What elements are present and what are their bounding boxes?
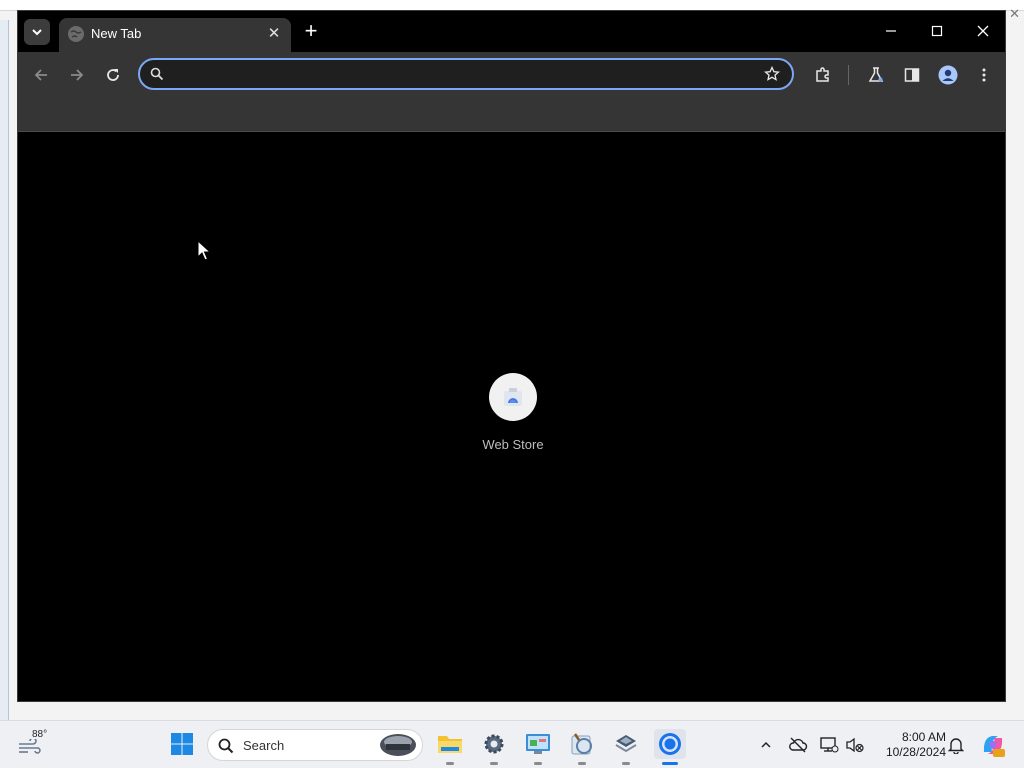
chrome-button[interactable] bbox=[654, 729, 686, 759]
labs-button[interactable] bbox=[864, 63, 888, 87]
chrome-window: New Tab ✕ + Web Store bbox=[17, 10, 1006, 702]
network-icon bbox=[820, 737, 839, 753]
tools-icon bbox=[571, 733, 592, 755]
network-tray-button[interactable] bbox=[818, 734, 840, 756]
more-vert-icon bbox=[982, 68, 986, 82]
settings-running-indicator bbox=[490, 762, 498, 765]
chrome-active-indicator bbox=[662, 762, 678, 765]
bookmarks-bar bbox=[18, 98, 1005, 132]
reload-button[interactable] bbox=[101, 63, 125, 87]
star-icon[interactable] bbox=[764, 66, 780, 82]
globe-icon bbox=[68, 26, 84, 42]
control-panel-icon bbox=[526, 734, 550, 754]
onedrive-tray-button[interactable] bbox=[787, 734, 809, 756]
search-icon bbox=[150, 67, 164, 81]
folder-icon bbox=[438, 736, 462, 753]
search-highlight-icon bbox=[380, 734, 416, 756]
maximize-icon bbox=[931, 25, 943, 37]
tools-button[interactable] bbox=[567, 729, 597, 759]
address-bar[interactable] bbox=[138, 58, 794, 90]
wind-icon bbox=[19, 739, 41, 754]
close-tab-icon[interactable]: ✕ bbox=[265, 25, 283, 43]
start-button[interactable] bbox=[167, 729, 197, 759]
title-bar: New Tab ✕ + bbox=[18, 11, 1005, 52]
shortcut-icon-circle bbox=[489, 373, 537, 421]
back-button[interactable] bbox=[29, 63, 53, 87]
new-tab-button[interactable]: + bbox=[299, 20, 323, 44]
stack-icon bbox=[615, 735, 637, 753]
file-explorer-running-indicator bbox=[446, 762, 454, 765]
arrow-right-icon bbox=[71, 69, 84, 81]
forward-button[interactable] bbox=[65, 63, 89, 87]
new-tab-page: Web Store bbox=[18, 132, 1005, 701]
volume-tray-button[interactable] bbox=[844, 734, 866, 756]
search-label: Search bbox=[243, 738, 285, 753]
toolbar-divider bbox=[848, 65, 849, 85]
tab-search-button[interactable] bbox=[24, 19, 50, 45]
flask-icon bbox=[868, 67, 884, 82]
bell-icon bbox=[948, 738, 964, 754]
taskbar-search[interactable]: Search bbox=[207, 729, 423, 761]
clock[interactable]: 8:00 AM 10/28/2024 bbox=[872, 730, 946, 760]
tab-title: New Tab bbox=[91, 26, 142, 41]
clock-date: 10/28/2024 bbox=[885, 745, 946, 759]
background-window-edge bbox=[0, 20, 9, 720]
search-icon bbox=[218, 738, 234, 754]
shortcut-label: Web Store bbox=[482, 437, 544, 452]
close-icon[interactable]: ✕ bbox=[1009, 6, 1020, 22]
stack-app-button[interactable] bbox=[611, 729, 641, 759]
stack-app-running-indicator bbox=[622, 762, 630, 765]
address-input[interactable] bbox=[172, 63, 746, 87]
clock-time: 8:00 AM bbox=[901, 730, 946, 744]
reload-icon bbox=[107, 69, 119, 81]
puzzle-icon bbox=[816, 67, 829, 82]
side-panel-button[interactable] bbox=[900, 63, 924, 87]
close-icon bbox=[977, 25, 989, 37]
gear-icon bbox=[484, 734, 504, 754]
volume-muted-icon bbox=[846, 737, 864, 753]
tools-running-indicator bbox=[578, 762, 586, 765]
shortcut-web-store[interactable]: Web Store bbox=[473, 373, 553, 452]
cloud-off-icon bbox=[789, 737, 808, 753]
copilot-icon bbox=[983, 736, 1005, 757]
settings-button[interactable] bbox=[479, 729, 509, 759]
avatar-icon bbox=[938, 65, 958, 85]
minimize-icon bbox=[886, 30, 896, 32]
browser-toolbar bbox=[18, 52, 1005, 98]
arrow-left-icon bbox=[34, 69, 47, 81]
mouse-cursor-icon bbox=[197, 240, 211, 261]
notifications-button[interactable] bbox=[945, 734, 967, 756]
web-store-icon bbox=[504, 388, 522, 406]
windows-logo-icon bbox=[171, 733, 193, 755]
side-panel-icon bbox=[904, 68, 920, 82]
extensions-button[interactable] bbox=[811, 63, 835, 87]
control-panel-running-indicator bbox=[534, 762, 542, 765]
maximize-button[interactable] bbox=[925, 19, 949, 43]
show-hidden-icons-button[interactable] bbox=[755, 734, 777, 756]
chrome-icon bbox=[659, 733, 681, 755]
chevron-up-icon bbox=[761, 741, 771, 748]
weather-temperature: 88° bbox=[32, 729, 48, 740]
tab-new-tab[interactable]: New Tab ✕ bbox=[59, 18, 291, 52]
control-panel-button[interactable] bbox=[523, 729, 553, 759]
taskbar: 88° Search 8:00 AM 10/28/2024 bbox=[0, 720, 1024, 768]
minimize-button[interactable] bbox=[879, 19, 903, 43]
profile-button[interactable] bbox=[936, 63, 960, 87]
close-window-button[interactable] bbox=[971, 19, 995, 43]
copilot-button[interactable] bbox=[980, 732, 1006, 758]
menu-button[interactable] bbox=[972, 63, 996, 87]
file-explorer-button[interactable] bbox=[435, 729, 465, 759]
chevron-down-icon bbox=[32, 29, 42, 36]
